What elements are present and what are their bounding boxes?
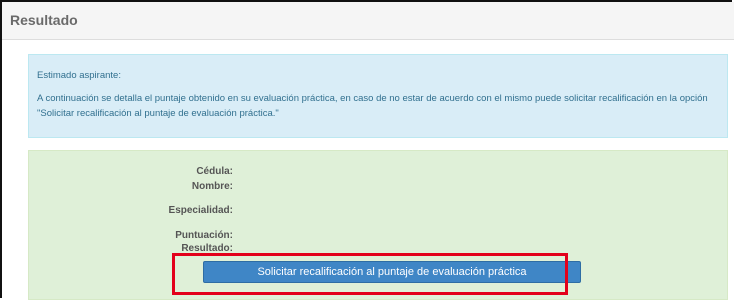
- request-recalification-button[interactable]: Solicitar recalificación al puntaje de e…: [203, 261, 581, 283]
- result-panel: Resultado Estimado aspirante: A continua…: [2, 2, 734, 300]
- info-alert: Estimado aspirante: A continuación se de…: [28, 54, 728, 138]
- panel-title: Resultado: [10, 12, 78, 28]
- nombre-label: Nombre:: [191, 181, 233, 192]
- info-greeting: Estimado aspirante:: [37, 70, 121, 81]
- puntuacion-label: Puntuación:: [175, 230, 233, 241]
- resultado-label: Resultado:: [181, 243, 233, 254]
- especialidad-label: Especialidad:: [168, 205, 233, 216]
- result-summary: Cédula: Nombre: Especialidad: Puntuación…: [28, 150, 728, 300]
- info-message: A continuación se detalla el puntaje obt…: [37, 93, 708, 119]
- cedula-label: Cédula:: [196, 166, 233, 177]
- panel-heading: Resultado: [2, 2, 734, 40]
